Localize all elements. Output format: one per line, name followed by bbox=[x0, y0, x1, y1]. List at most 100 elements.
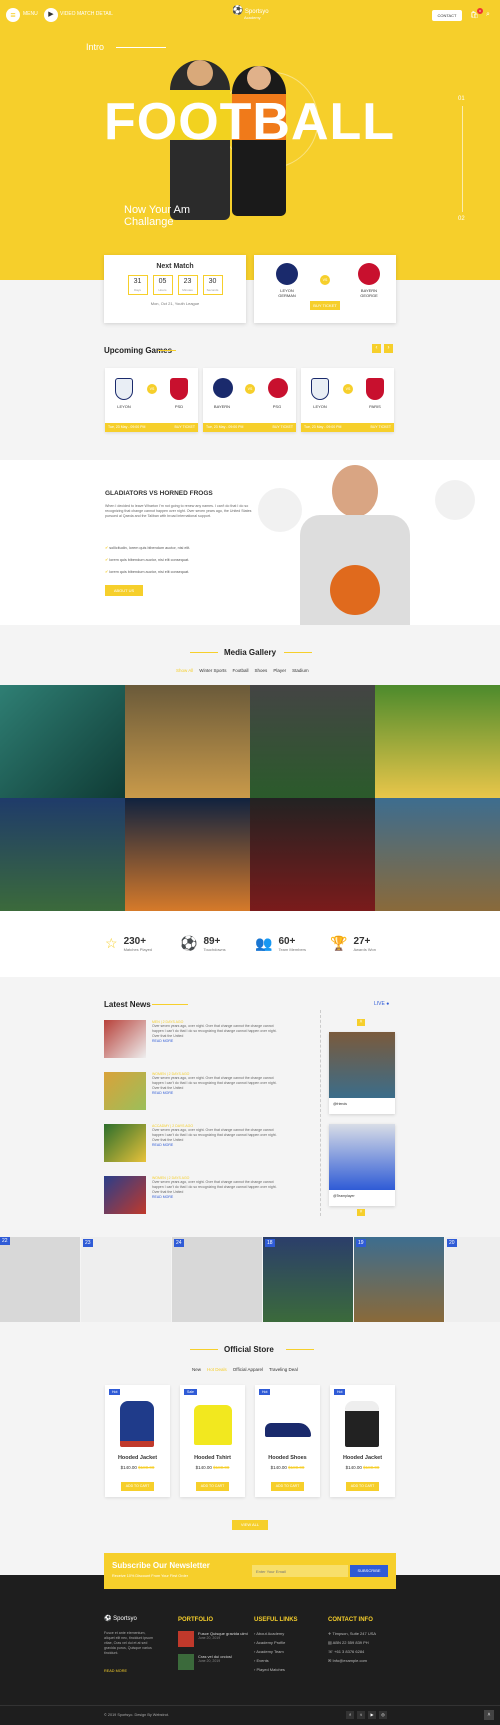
store-title: Official Store bbox=[224, 1345, 274, 1354]
news-item[interactable]: ACCADMY | 2 DAYS AGO Over seven years ago… bbox=[104, 1124, 304, 1176]
product-card[interactable]: Sale Hooded Tshirt $140.00 $180.00 ADD T… bbox=[180, 1385, 245, 1497]
portfolio-item[interactable]: Cras vel dui orciosl June 20, 2019 bbox=[178, 1654, 232, 1670]
gallery-helmet-image[interactable] bbox=[250, 798, 375, 911]
read-more-link[interactable]: READ MORE bbox=[152, 1091, 282, 1095]
tab-traveling-deal[interactable]: Traveling Deal bbox=[269, 1367, 298, 1372]
news-thumbnail[interactable] bbox=[104, 1072, 146, 1110]
email-input[interactable] bbox=[252, 1565, 348, 1577]
filter-football[interactable]: Football bbox=[233, 668, 249, 673]
ball-icon: ⚽ bbox=[180, 935, 198, 951]
footer-link[interactable]: › Played Matches bbox=[254, 1665, 285, 1674]
twitter-icon[interactable]: t bbox=[357, 1711, 365, 1719]
read-more-link[interactable]: READ MORE bbox=[152, 1143, 282, 1147]
product-name: Hooded Jacket bbox=[117, 1455, 158, 1461]
footer-logo[interactable]: ⚽ Sportsyo bbox=[104, 1615, 137, 1622]
instagram-icon[interactable]: ◎ bbox=[379, 1711, 387, 1719]
portfolio-item[interactable]: Fusce Quisque gravida ulmi June 20, 2019 bbox=[178, 1631, 248, 1647]
star-icon: ☆ bbox=[105, 935, 118, 951]
product-card[interactable]: Hot Hooded Jacket $140.00 $180.00 ADD TO… bbox=[330, 1385, 395, 1497]
gallery-american-football-image[interactable] bbox=[0, 798, 125, 911]
strip-photo[interactable]: 20 bbox=[445, 1237, 500, 1322]
live-post-card[interactable]: @Teamplayer bbox=[329, 1124, 395, 1206]
add-to-cart-button[interactable]: ADD TO CART bbox=[196, 1482, 229, 1491]
feed-up-arrow-icon[interactable]: ˄ bbox=[357, 1019, 365, 1026]
gallery-billiards-image[interactable] bbox=[0, 685, 125, 798]
slide-number-end[interactable]: 02 bbox=[458, 216, 465, 222]
news-item[interactable]: WOMEN | 2 DAYS AGO Over seven years ago, … bbox=[104, 1176, 304, 1228]
product-card[interactable]: Hot Hooded Jacket $140.00 $180.00 ADD TO… bbox=[105, 1385, 170, 1497]
news-thumbnail[interactable] bbox=[104, 1124, 146, 1162]
strip-photo[interactable]: 23 bbox=[81, 1237, 171, 1322]
tab-hot-deals[interactable]: Hot Deals bbox=[207, 1367, 227, 1372]
footer-link[interactable]: › Academy Profile bbox=[254, 1638, 285, 1647]
team-b-name: PSD bbox=[174, 404, 184, 409]
product-badge: Hot bbox=[259, 1389, 271, 1395]
prev-arrow-icon[interactable]: ‹ bbox=[372, 344, 381, 353]
read-more-link[interactable]: READ MORE bbox=[152, 1195, 282, 1199]
news-thumbnail[interactable] bbox=[104, 1176, 146, 1214]
video-match-link[interactable]: VIDEO MATCH DETAIL bbox=[60, 11, 113, 17]
stat-matches: ☆ 230+ Matches Played bbox=[105, 935, 152, 952]
play-icon[interactable]: ▶ bbox=[44, 8, 58, 22]
filter-player[interactable]: Player bbox=[273, 668, 286, 673]
strip-photo[interactable]: 18 bbox=[263, 1237, 353, 1322]
feed-down-arrow-icon[interactable]: ˅ bbox=[357, 1209, 365, 1216]
bullet-item: ✔ lorem quis bibendum auctor, nisi elit … bbox=[105, 558, 190, 562]
tab-official-apparel[interactable]: Official Apparel bbox=[233, 1367, 263, 1372]
live-post-card[interactable]: @friends bbox=[329, 1032, 395, 1114]
menu-icon[interactable]: ≡ bbox=[6, 8, 20, 22]
filter-winter-sports[interactable]: Winter Sports bbox=[199, 668, 226, 673]
footer-link[interactable]: › Events bbox=[254, 1656, 285, 1665]
news-item[interactable]: MEN | 2 DAYS AGO Over seven years ago, ov… bbox=[104, 1020, 304, 1072]
address-item: ✈ Timpson, Suite 247 USA bbox=[328, 1631, 377, 1636]
site-logo[interactable]: ⚽ Sportsyo Academy bbox=[232, 6, 269, 21]
news-item[interactable]: WOMEN | 2 DAYS AGO Over seven years ago, … bbox=[104, 1072, 304, 1124]
gallery-fan-image[interactable] bbox=[375, 685, 500, 798]
add-to-cart-button[interactable]: ADD TO CART bbox=[346, 1482, 379, 1491]
footer-link[interactable]: › About Academy bbox=[254, 1629, 285, 1638]
about-us-button[interactable]: ABOUT US bbox=[105, 585, 143, 596]
contact-button[interactable]: CONTACT bbox=[432, 10, 462, 21]
intro-label: Intro bbox=[86, 42, 105, 52]
product-card[interactable]: Hot Hooded Shoes $140.00 $180.00 ADD TO … bbox=[255, 1385, 320, 1497]
gallery-kick-image[interactable] bbox=[125, 685, 250, 798]
game-card-1: LEYON VS PSD Tue, 23 May - 09:00 PM BUY T… bbox=[105, 368, 198, 432]
strip-photo[interactable]: 24 bbox=[172, 1237, 262, 1322]
buy-ticket-button[interactable]: BUY TICKET bbox=[310, 301, 340, 310]
portfolio-item-date: June 20, 2019 bbox=[198, 1659, 221, 1663]
add-to-cart-button[interactable]: ADD TO CART bbox=[121, 1482, 154, 1491]
featured-match-card: LEYON GERMAN VS BAYERN GEORGE BUY TICKET bbox=[254, 255, 396, 323]
buy-ticket-link[interactable]: BUY TICKET bbox=[175, 423, 196, 432]
gallery-celebration-image[interactable] bbox=[375, 798, 500, 911]
cart-icon[interactable]: 🛍 0 bbox=[470, 8, 483, 19]
menu-label[interactable]: MENU bbox=[23, 11, 38, 17]
facebook-icon[interactable]: f bbox=[346, 1711, 354, 1719]
slide-number-start[interactable]: 01 bbox=[458, 96, 465, 102]
footer-read-more[interactable]: READ MORE bbox=[104, 1669, 127, 1673]
news-thumbnail[interactable] bbox=[104, 1020, 146, 1058]
filter-show-all[interactable]: Show All bbox=[176, 668, 193, 673]
footer-link[interactable]: › Academy Team bbox=[254, 1647, 285, 1656]
filter-shoes[interactable]: Shoes bbox=[255, 668, 268, 673]
youtube-icon[interactable]: ▶ bbox=[368, 1711, 376, 1719]
view-all-button[interactable]: VIEW ALL bbox=[232, 1520, 268, 1530]
strip-photo[interactable]: 19 bbox=[354, 1237, 444, 1322]
strip-photo[interactable]: 22 bbox=[0, 1237, 80, 1322]
subscribe-button[interactable]: SUBSCRIBE bbox=[350, 1565, 388, 1577]
read-more-link[interactable]: READ MORE bbox=[152, 1039, 282, 1043]
filter-stadium[interactable]: Stadium bbox=[292, 668, 309, 673]
gallery-goalkeeper-image[interactable] bbox=[250, 685, 375, 798]
search-icon[interactable]: ⌕ bbox=[486, 11, 490, 19]
buy-ticket-link[interactable]: BUY TICKET bbox=[371, 423, 392, 432]
top-navigation: ≡ MENU ▶ VIDEO MATCH DETAIL ⚽ Sportsyo A… bbox=[0, 0, 500, 30]
add-to-cart-button[interactable]: ADD TO CART bbox=[271, 1482, 304, 1491]
buy-ticket-link[interactable]: BUY TICKET bbox=[273, 423, 294, 432]
tab-new[interactable]: New bbox=[192, 1367, 201, 1372]
about-title: GLADIATORS VS HORNED FROGS bbox=[105, 490, 213, 497]
footer-bottom-bar: © 2019 Sportsyo. Design By Webstrot. f t… bbox=[0, 1705, 500, 1725]
portfolio-thumbnail bbox=[178, 1631, 194, 1647]
logo-subtitle: Academy bbox=[244, 15, 261, 20]
scroll-top-icon[interactable]: ˄ bbox=[484, 1710, 494, 1720]
next-arrow-icon[interactable]: › bbox=[384, 344, 393, 353]
gallery-basketball-hoop-image[interactable] bbox=[125, 798, 250, 911]
